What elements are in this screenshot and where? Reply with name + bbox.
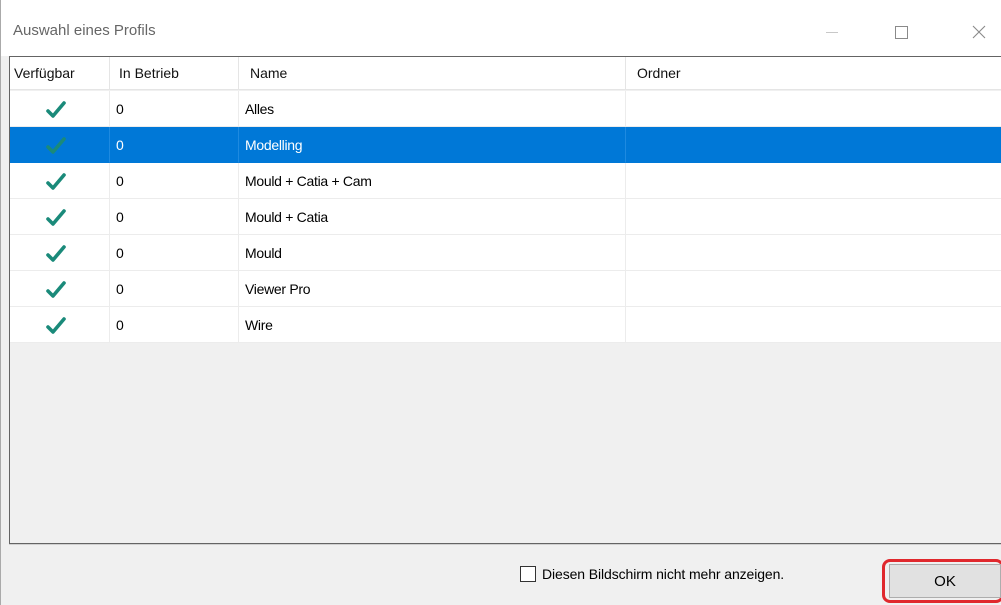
folder-cell bbox=[626, 199, 1001, 235]
checkmark-icon bbox=[46, 101, 66, 119]
list-header: Verfügbar In Betrieb Name Ordner bbox=[10, 57, 1001, 90]
window-title: Auswahl eines Profils bbox=[13, 22, 156, 39]
folder-cell bbox=[626, 163, 1001, 199]
maximize-button[interactable] bbox=[878, 14, 924, 50]
folder-cell bbox=[626, 271, 1001, 307]
available-cell bbox=[10, 127, 110, 163]
column-header-name[interactable]: Name bbox=[239, 57, 626, 90]
folder-cell bbox=[626, 235, 1001, 271]
list-item[interactable]: 0 Modelling bbox=[10, 127, 1001, 163]
checkmark-icon bbox=[46, 281, 66, 299]
available-cell bbox=[10, 91, 110, 127]
footer-divider bbox=[9, 544, 1001, 545]
in-operation-cell: 0 bbox=[110, 235, 239, 271]
minimize-icon bbox=[826, 31, 838, 33]
checkmark-icon bbox=[46, 317, 66, 335]
list-item[interactable]: 0 Alles bbox=[10, 91, 1001, 127]
name-cell: Alles bbox=[239, 91, 626, 127]
list-item[interactable]: 0 Viewer Pro bbox=[10, 271, 1001, 307]
list-item[interactable]: 0 Mould + Catia + Cam bbox=[10, 163, 1001, 199]
available-cell bbox=[10, 163, 110, 199]
checkmark-icon bbox=[46, 137, 66, 155]
close-icon bbox=[972, 25, 986, 39]
available-cell bbox=[10, 235, 110, 271]
column-header-in-operation[interactable]: In Betrieb bbox=[110, 57, 239, 90]
available-cell bbox=[10, 199, 110, 235]
dont-show-again-label: Diesen Bildschirm nicht mehr anzeigen. bbox=[542, 566, 785, 582]
dont-show-again-option[interactable]: Diesen Bildschirm nicht mehr anzeigen. bbox=[520, 566, 784, 582]
profile-list[interactable]: Verfügbar In Betrieb Name Ordner 0 Alles 0… bbox=[9, 56, 1001, 544]
available-cell bbox=[10, 271, 110, 307]
in-operation-cell: 0 bbox=[110, 163, 239, 199]
in-operation-cell: 0 bbox=[110, 127, 239, 163]
name-cell: Mould + Catia + Cam bbox=[239, 163, 626, 199]
name-cell: Wire bbox=[239, 307, 626, 343]
list-item[interactable]: 0 Mould + Catia bbox=[10, 199, 1001, 235]
name-cell: Mould + Catia bbox=[239, 199, 626, 235]
in-operation-cell: 0 bbox=[110, 199, 239, 235]
minimize-button[interactable] bbox=[809, 14, 855, 50]
name-cell: Modelling bbox=[239, 127, 626, 163]
folder-cell bbox=[626, 127, 1001, 163]
name-cell: Mould bbox=[239, 235, 626, 271]
list-item[interactable]: 0 Mould bbox=[10, 235, 1001, 271]
in-operation-cell: 0 bbox=[110, 271, 239, 307]
list-item[interactable]: 0 Wire bbox=[10, 307, 1001, 343]
in-operation-cell: 0 bbox=[110, 307, 239, 343]
checkmark-icon bbox=[46, 245, 66, 263]
title-bar: Auswahl eines Profils bbox=[1, 0, 1001, 56]
ok-button[interactable]: OK bbox=[889, 564, 1001, 598]
list-rows: 0 Alles 0 Modelling 0 Mould + Catia + Cam 0 Mou… bbox=[10, 91, 1001, 343]
profile-selection-dialog: Auswahl eines Profils Verfügbar In Betri… bbox=[0, 0, 1001, 605]
checkmark-icon bbox=[46, 173, 66, 191]
folder-cell bbox=[626, 307, 1001, 343]
column-header-available[interactable]: Verfügbar bbox=[10, 57, 110, 90]
in-operation-cell: 0 bbox=[110, 91, 239, 127]
maximize-icon bbox=[894, 25, 908, 39]
checkmark-icon bbox=[46, 209, 66, 227]
column-header-folder[interactable]: Ordner bbox=[626, 57, 1001, 90]
available-cell bbox=[10, 307, 110, 343]
name-cell: Viewer Pro bbox=[239, 271, 626, 307]
close-button[interactable] bbox=[956, 14, 1001, 50]
dont-show-again-checkbox[interactable] bbox=[520, 566, 536, 582]
folder-cell bbox=[626, 91, 1001, 127]
